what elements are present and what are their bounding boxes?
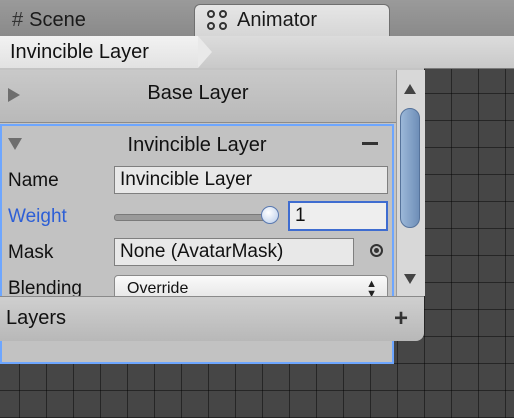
animator-icon xyxy=(207,9,229,32)
add-layer-button[interactable]: + xyxy=(394,305,408,333)
layers-scrollbar[interactable] xyxy=(396,70,425,296)
selected-layer-title: Invincible Layer xyxy=(127,134,267,156)
scroll-up-icon[interactable] xyxy=(404,84,416,94)
weight-label: Weight xyxy=(8,206,67,227)
weight-field[interactable]: 1 xyxy=(288,201,388,231)
layers-footer-label: Layers xyxy=(6,307,67,329)
object-picker-icon[interactable] xyxy=(370,244,383,257)
breadcrumb-item[interactable]: Invincible Layer xyxy=(0,36,198,68)
grid-icon: # xyxy=(12,8,24,31)
mask-label: Mask xyxy=(8,242,54,263)
tab-animator[interactable]: Animator xyxy=(194,4,390,36)
remove-layer-button[interactable] xyxy=(362,142,378,145)
window-tab-strip: # Scene Animator xyxy=(0,0,514,37)
base-layer-label: Base Layer xyxy=(147,82,249,104)
tab-scene-label: Scene xyxy=(29,8,86,31)
breadcrumb-arrow xyxy=(198,36,212,68)
layers-footer: Layers + xyxy=(0,296,424,341)
scroll-thumb[interactable] xyxy=(400,108,420,228)
weight-slider-thumb[interactable] xyxy=(261,206,279,224)
name-label: Name xyxy=(8,170,59,191)
layers-panel: Base Layer Invincible Layer Name Invinci… xyxy=(0,68,425,364)
breadcrumb-label: Invincible Layer xyxy=(10,40,149,63)
layer-row-base[interactable]: Base Layer xyxy=(0,70,396,123)
mask-field[interactable]: None (AvatarMask) xyxy=(114,238,354,266)
weight-slider-track[interactable] xyxy=(114,214,274,221)
name-field[interactable]: Invincible Layer xyxy=(114,166,388,194)
breadcrumb: Invincible Layer xyxy=(0,36,514,69)
scroll-down-icon[interactable] xyxy=(404,274,416,284)
tab-animator-label: Animator xyxy=(237,9,318,31)
tab-scene[interactable]: # Scene xyxy=(0,4,190,36)
